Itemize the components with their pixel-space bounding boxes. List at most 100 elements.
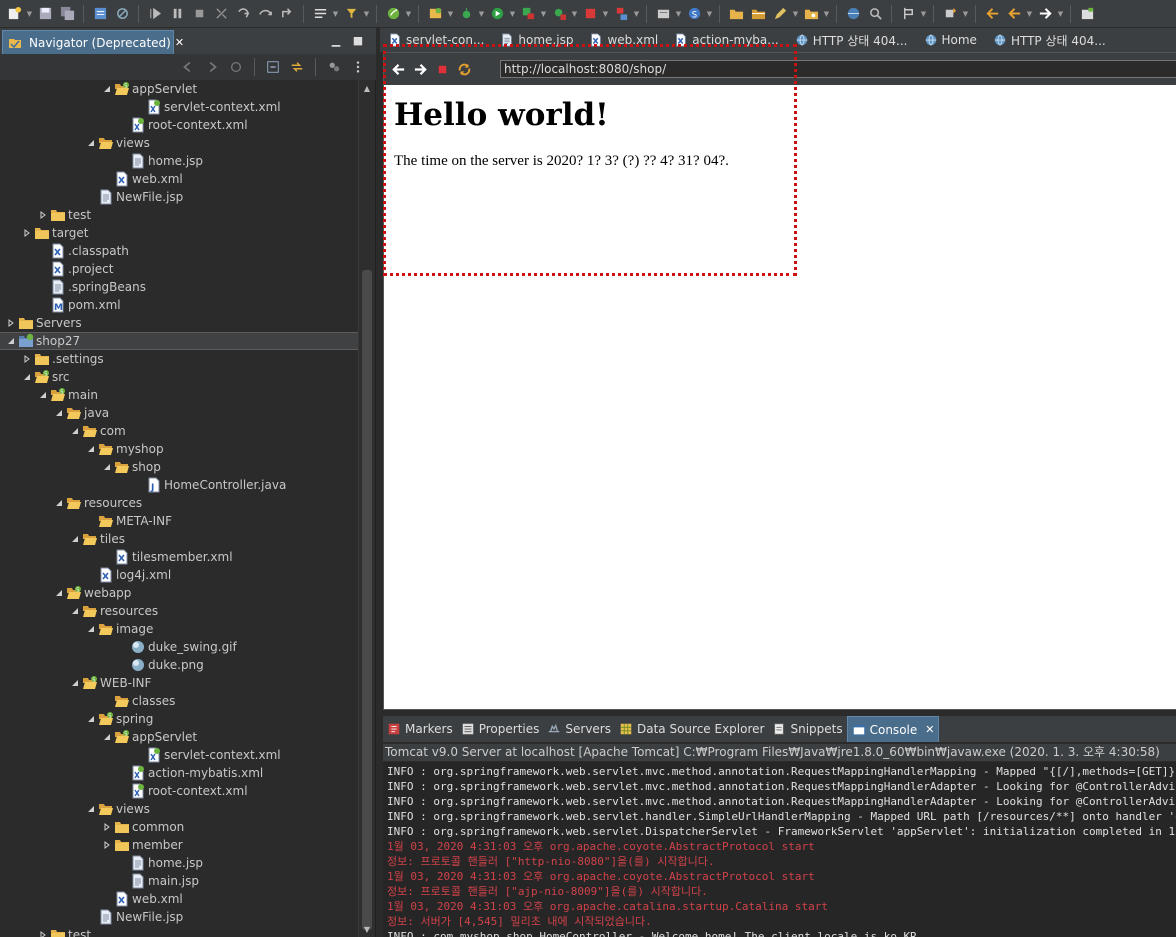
- dropdown-caret-icon[interactable]: ▼: [405, 4, 412, 24]
- panel-tab-servers[interactable]: Servers: [543, 716, 615, 742]
- dropdown-caret-icon[interactable]: ▼: [962, 4, 969, 24]
- tree-item[interactable]: log4j.xml: [0, 566, 358, 584]
- tree-item[interactable]: views: [0, 800, 358, 818]
- dropdown-caret-icon[interactable]: ▼: [571, 4, 578, 24]
- panel-tab-console[interactable]: Console ✕: [846, 716, 940, 742]
- tree-item[interactable]: .springBeans: [0, 278, 358, 296]
- tree-item[interactable]: NewFile.jsp: [0, 188, 358, 206]
- last-edit-icon[interactable]: [940, 4, 960, 24]
- dropdown-caret-icon[interactable]: ▼: [633, 4, 640, 24]
- server-debug-icon[interactable]: [611, 4, 631, 24]
- view-menu-icon[interactable]: [348, 57, 368, 77]
- debug-icon[interactable]: [456, 4, 476, 24]
- dropdown-caret-icon[interactable]: ▼: [920, 4, 927, 24]
- back-arrow-icon[interactable]: [388, 59, 408, 79]
- skip-breakpoints-icon[interactable]: [112, 4, 132, 24]
- console-output[interactable]: INFO : org.springframework.web.servlet.m…: [383, 762, 1176, 937]
- expanded-arrow-icon[interactable]: [100, 80, 114, 98]
- tree-item[interactable]: SappServlet: [0, 728, 358, 746]
- new-server-icon[interactable]: [653, 4, 673, 24]
- tree-item[interactable]: .settings: [0, 350, 358, 368]
- forward-icon[interactable]: [202, 57, 222, 77]
- dropdown-caret-icon[interactable]: ▼: [675, 4, 682, 24]
- tree-item[interactable]: .project: [0, 260, 358, 278]
- stop-icon[interactable]: [432, 59, 452, 79]
- dropdown-caret-icon[interactable]: ▼: [602, 4, 609, 24]
- use-step-filters-icon[interactable]: [341, 4, 361, 24]
- tree-item[interactable]: J HomeController.java: [0, 476, 358, 494]
- expanded-arrow-icon[interactable]: [84, 710, 98, 728]
- open-project-icon[interactable]: [748, 4, 768, 24]
- editor-tab[interactable]: servlet-con...: [380, 28, 492, 52]
- dropdown-caret-icon[interactable]: ▼: [792, 4, 799, 24]
- navigator-tab[interactable]: Navigator (Deprecated) ✕: [2, 30, 184, 54]
- tree-item[interactable]: root-context.xml: [0, 116, 358, 134]
- expanded-arrow-icon[interactable]: [52, 584, 66, 602]
- minimize-icon[interactable]: ▁: [328, 32, 344, 48]
- expanded-arrow-icon[interactable]: [100, 458, 114, 476]
- tree-item[interactable]: web.xml: [0, 890, 358, 908]
- tree-item[interactable]: image: [0, 620, 358, 638]
- collapsed-arrow-icon[interactable]: [4, 314, 18, 332]
- external-tools-icon[interactable]: [549, 4, 569, 24]
- expanded-arrow-icon[interactable]: [36, 386, 50, 404]
- dropdown-caret-icon[interactable]: ▼: [478, 4, 485, 24]
- dropdown-caret-icon[interactable]: ▼: [706, 4, 713, 24]
- suspend-icon[interactable]: [167, 4, 187, 24]
- tree-item[interactable]: java: [0, 404, 358, 422]
- tree-item[interactable]: S WEB-INF: [0, 674, 358, 692]
- spring-icon[interactable]: [383, 4, 403, 24]
- expanded-arrow-icon[interactable]: [52, 404, 66, 422]
- url-input[interactable]: http://localhost:8080/shop/: [500, 60, 1176, 78]
- tree-item[interactable]: shop27: [0, 332, 358, 350]
- scrollbar-thumb[interactable]: [362, 270, 372, 930]
- refresh-icon[interactable]: [454, 59, 474, 79]
- open-folder-icon[interactable]: [726, 4, 746, 24]
- close-icon[interactable]: ✕: [925, 723, 934, 736]
- expanded-arrow-icon[interactable]: [100, 728, 114, 746]
- step-over-icon[interactable]: [255, 4, 275, 24]
- tree-item[interactable]: web.xml: [0, 170, 358, 188]
- scroll-down-icon[interactable]: ▼: [359, 921, 375, 937]
- collapsed-arrow-icon[interactable]: [20, 350, 34, 368]
- collapsed-arrow-icon[interactable]: [20, 224, 34, 242]
- tree-item[interactable]: META-INF: [0, 512, 358, 530]
- collapsed-arrow-icon[interactable]: [36, 926, 50, 937]
- tree-item[interactable]: member: [0, 836, 358, 854]
- tree-item[interactable]: shop: [0, 458, 358, 476]
- maximize-icon[interactable]: ■: [350, 32, 366, 48]
- tree-item[interactable]: Swebapp: [0, 584, 358, 602]
- editor-tab[interactable]: web.xml: [581, 28, 666, 52]
- disconnect-icon[interactable]: [211, 4, 231, 24]
- editor-tab[interactable]: action-myba...: [666, 28, 786, 52]
- annotation-next-icon[interactable]: [898, 4, 918, 24]
- expanded-arrow-icon[interactable]: [4, 332, 18, 350]
- web-browser-icon[interactable]: [843, 4, 863, 24]
- open-task-icon[interactable]: [90, 4, 110, 24]
- expanded-arrow-icon[interactable]: [68, 674, 82, 692]
- save-icon[interactable]: [35, 4, 55, 24]
- editor-tab[interactable]: HTTP 상태 404...: [787, 28, 916, 52]
- folder-search-icon[interactable]: [801, 4, 821, 24]
- editor-tab[interactable]: Home: [916, 28, 985, 52]
- save-all-icon[interactable]: [57, 4, 77, 24]
- scroll-up-icon[interactable]: ▲: [359, 80, 375, 96]
- drop-frame-icon[interactable]: [310, 4, 330, 24]
- step-into-icon[interactable]: [233, 4, 253, 24]
- tree-item[interactable]: duke_swing.gif: [0, 638, 358, 656]
- tree-item[interactable]: Servers: [0, 314, 358, 332]
- new-icon[interactable]: [4, 4, 24, 24]
- expanded-arrow-icon[interactable]: [84, 440, 98, 458]
- panel-tab-snippets[interactable]: Snippets: [768, 716, 846, 742]
- expanded-arrow-icon[interactable]: [84, 134, 98, 152]
- panel-tab-datasource[interactable]: Data Source Explorer: [615, 716, 768, 742]
- up-icon[interactable]: [226, 57, 246, 77]
- expanded-arrow-icon[interactable]: [68, 422, 82, 440]
- dropdown-caret-icon[interactable]: ▼: [1057, 4, 1064, 24]
- expanded-arrow-icon[interactable]: [68, 602, 82, 620]
- terminate-icon[interactable]: [189, 4, 209, 24]
- expanded-arrow-icon[interactable]: [84, 620, 98, 638]
- dropdown-caret-icon[interactable]: ▼: [540, 4, 547, 24]
- collapse-all-icon[interactable]: [263, 57, 283, 77]
- dropdown-caret-icon[interactable]: ▼: [823, 4, 830, 24]
